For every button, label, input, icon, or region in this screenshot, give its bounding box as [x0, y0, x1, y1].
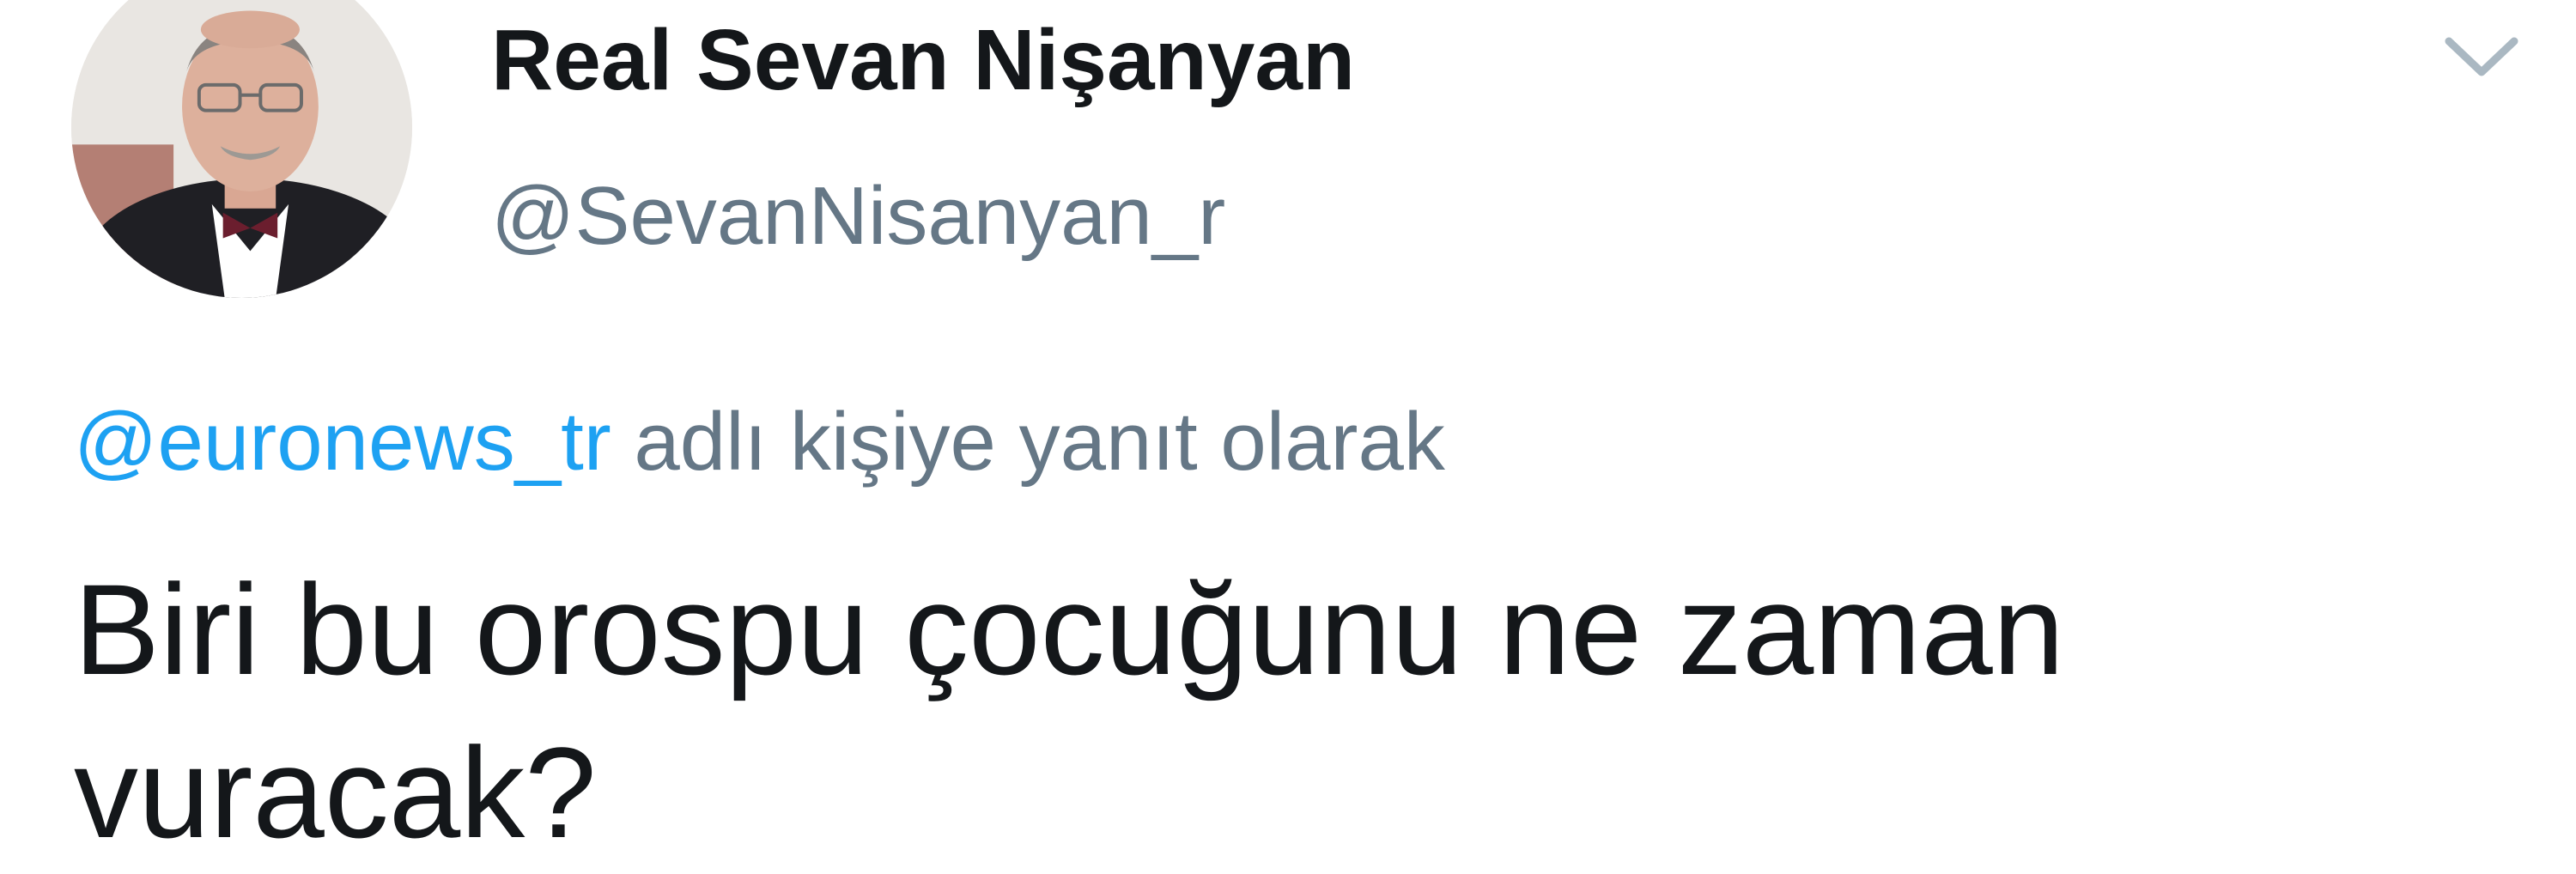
reply-context: @euronews_tr adlı kişiye yanıt olarak: [74, 391, 1445, 494]
author-handle[interactable]: @SevanNisanyan_r: [491, 165, 1225, 268]
avatar[interactable]: [71, 0, 412, 298]
reply-mention-link[interactable]: @euronews_tr: [74, 396, 611, 488]
reply-context-label: adlı kişiye yanıt olarak: [634, 396, 1445, 488]
author-display-name[interactable]: Real Sevan Nişanyan: [491, 9, 1355, 112]
tweet-card: Real Sevan Nişanyan @SevanNisanyan_r @eu…: [0, 0, 2576, 865]
chevron-down-icon[interactable]: [2439, 26, 2524, 86]
avatar-image: [71, 0, 412, 298]
tweet-text: Biri bu orospu çocuğunu ne zaman vuracak…: [74, 557, 2065, 865]
